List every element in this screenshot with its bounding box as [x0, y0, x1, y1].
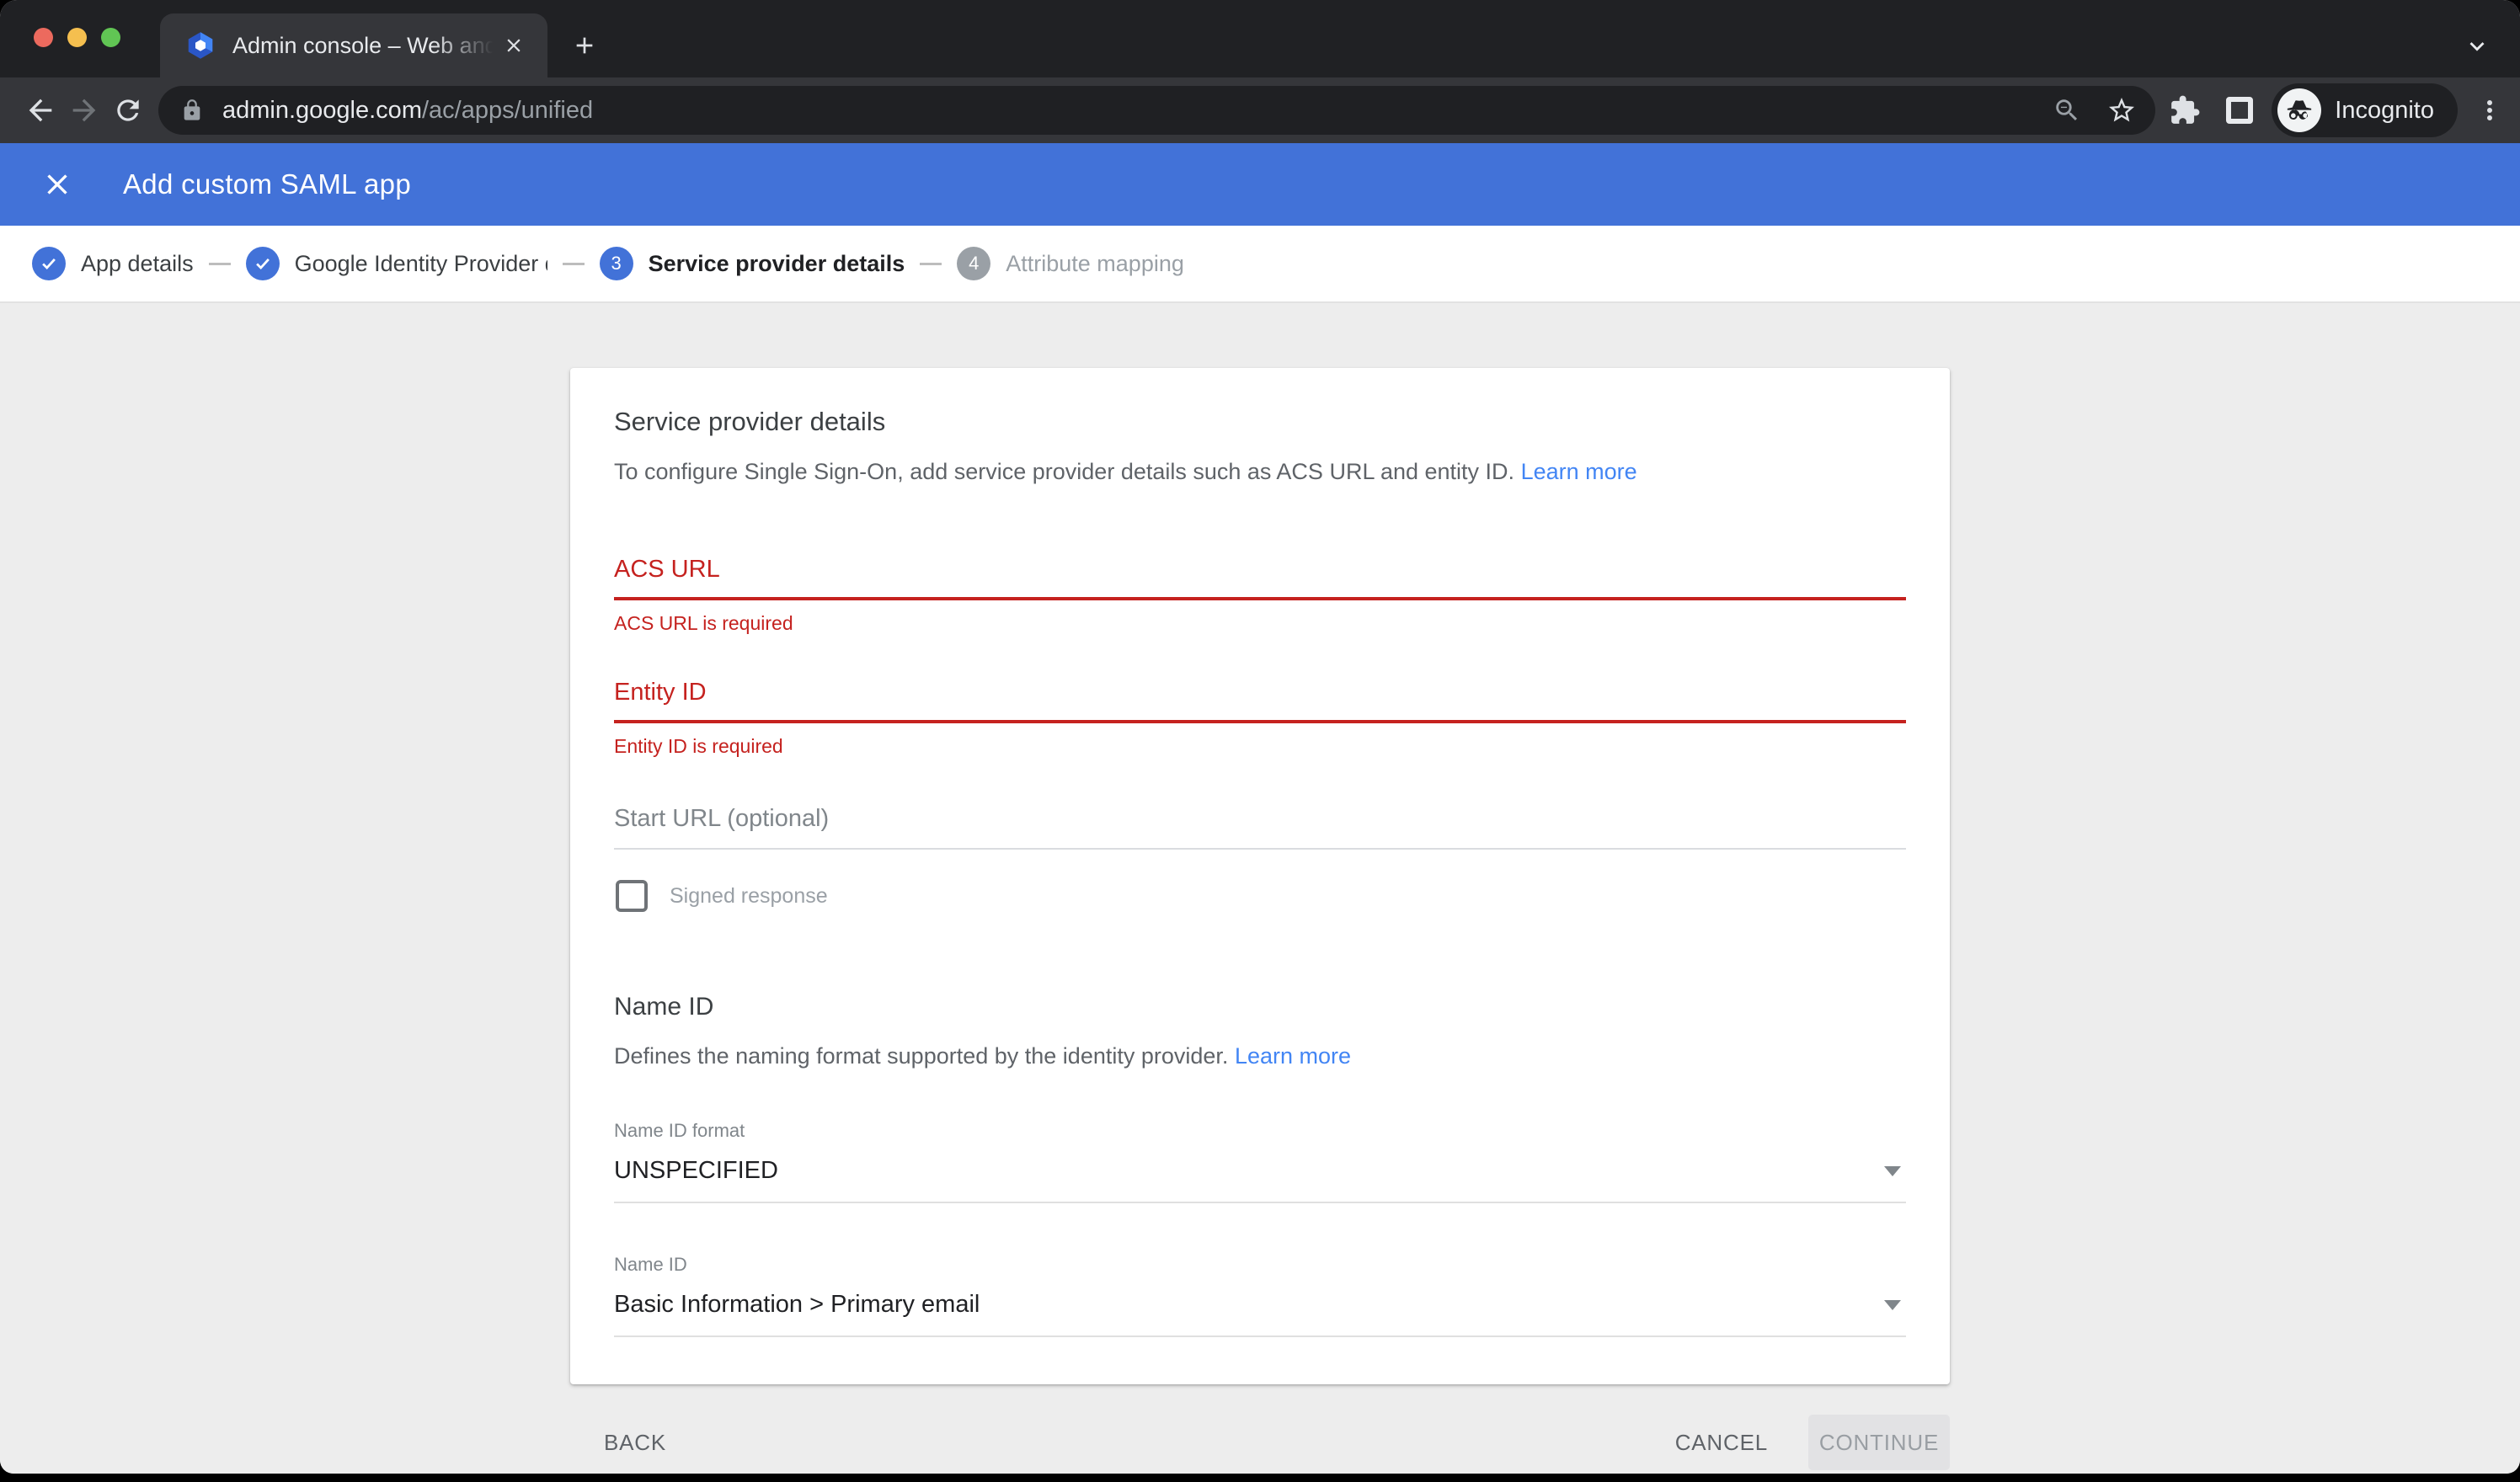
start-url-field: [614, 805, 1906, 850]
name-id-mapping-value: Basic Information > Primary email: [614, 1291, 980, 1319]
acs-url-error: ACS URL is required: [614, 612, 1906, 635]
extensions-puzzle-icon[interactable]: [2169, 94, 2201, 126]
wizard-actions: BACK CANCEL CONTINUE: [570, 1415, 1950, 1470]
name-id-format-select[interactable]: UNSPECIFIED: [614, 1143, 1906, 1203]
back-icon[interactable]: [19, 88, 62, 132]
wizard-stepper: App details Google Identity Provider det…: [0, 226, 2520, 303]
maximize-window-button[interactable]: [101, 28, 120, 47]
start-url-input[interactable]: [614, 805, 1906, 850]
browser-tab[interactable]: Admin console – Web and mob: [160, 13, 547, 77]
close-dialog-icon[interactable]: [39, 166, 76, 203]
acs-url-field: ACS URL is required: [614, 556, 1906, 635]
browser-toolbar: admin.google.com/ac/apps/unified Incogni…: [0, 77, 2520, 143]
step-connector: [563, 263, 585, 265]
continue-button[interactable]: CONTINUE: [1808, 1415, 1950, 1470]
side-panel-icon[interactable]: [2226, 97, 2253, 124]
step-number: 3: [600, 247, 633, 280]
step-attribute-mapping[interactable]: 4 Attribute mapping: [957, 247, 1184, 280]
name-id-mapping-select[interactable]: Basic Information > Primary email: [614, 1277, 1906, 1337]
name-id-mapping-group: Name ID Basic Information > Primary emai…: [614, 1254, 1906, 1337]
step-service-provider-details[interactable]: 3 Service provider details: [600, 247, 905, 280]
name-id-title: Name ID: [614, 993, 1906, 1021]
step-check-icon: [246, 247, 280, 280]
incognito-icon: [2277, 88, 2321, 132]
step-app-details[interactable]: App details: [32, 247, 194, 280]
step-label: App details: [81, 251, 194, 277]
name-id-learn-more-link[interactable]: Learn more: [1235, 1043, 1351, 1069]
incognito-badge[interactable]: Incognito: [2272, 83, 2458, 137]
service-provider-card: Service provider details To configure Si…: [570, 368, 1950, 1384]
tab-title: Admin console – Web and mob: [232, 33, 499, 59]
card-description: To configure Single Sign-On, add service…: [614, 459, 1906, 485]
entity-id-input[interactable]: [614, 679, 1906, 723]
zoom-out-icon[interactable]: [2053, 96, 2081, 125]
dialog-body: Service provider details To configure Si…: [0, 303, 2520, 1474]
signed-response-checkbox[interactable]: [616, 880, 648, 912]
close-window-button[interactable]: [34, 28, 53, 47]
card-title: Service provider details: [614, 407, 1906, 437]
tab-close-icon[interactable]: [499, 30, 529, 61]
name-id-format-value: UNSPECIFIED: [614, 1157, 778, 1185]
signed-response-row: Signed response: [614, 880, 1906, 912]
dialog-title: Add custom SAML app: [123, 168, 411, 200]
admin-console-favicon: [185, 30, 216, 61]
browser-window: Admin console – Web and mob admin.google…: [0, 0, 2520, 1474]
name-id-mapping-label: Name ID: [614, 1254, 1906, 1276]
minimize-window-button[interactable]: [67, 28, 87, 47]
dropdown-caret-icon: [1884, 1300, 1901, 1310]
name-id-format-group: Name ID format UNSPECIFIED: [614, 1120, 1906, 1203]
dropdown-caret-icon: [1884, 1166, 1901, 1176]
entity-id-field: Entity ID is required: [614, 679, 1906, 758]
step-connector: [920, 263, 942, 265]
step-connector: [209, 263, 231, 265]
entity-id-error: Entity ID is required: [614, 735, 1906, 758]
reload-icon[interactable]: [106, 88, 150, 132]
url-text: admin.google.com/ac/apps/unified: [222, 97, 2053, 125]
lock-icon[interactable]: [180, 99, 204, 122]
browser-menu-icon[interactable]: [2475, 95, 2505, 125]
step-check-icon: [32, 247, 66, 280]
incognito-label: Incognito: [2335, 97, 2434, 125]
step-label: Google Identity Provider details: [295, 251, 547, 277]
forward-icon: [62, 88, 106, 132]
tab-strip: Admin console – Web and mob: [0, 0, 2520, 77]
back-button[interactable]: BACK: [604, 1430, 666, 1456]
url-domain: admin.google.com: [222, 97, 422, 124]
step-label: Service provider details: [649, 251, 905, 277]
signed-response-label: Signed response: [670, 884, 828, 909]
tab-search-chevron-icon[interactable]: [2463, 32, 2491, 61]
acs-url-input[interactable]: [614, 556, 1906, 600]
url-path: /ac/apps/unified: [422, 97, 593, 124]
address-bar[interactable]: admin.google.com/ac/apps/unified: [158, 86, 2155, 135]
traffic-lights: [34, 28, 120, 47]
step-google-idp-details[interactable]: Google Identity Provider details: [246, 247, 547, 280]
bookmark-star-icon[interactable]: [2106, 95, 2137, 125]
learn-more-link[interactable]: Learn more: [1521, 459, 1637, 484]
step-label: Attribute mapping: [1006, 251, 1184, 277]
name-id-description: Defines the naming format supported by t…: [614, 1043, 1906, 1069]
dialog-header: Add custom SAML app: [0, 143, 2520, 226]
step-number: 4: [957, 247, 990, 280]
new-tab-button[interactable]: [561, 22, 608, 69]
cancel-button[interactable]: CANCEL: [1675, 1430, 1768, 1456]
name-id-format-label: Name ID format: [614, 1120, 1906, 1142]
